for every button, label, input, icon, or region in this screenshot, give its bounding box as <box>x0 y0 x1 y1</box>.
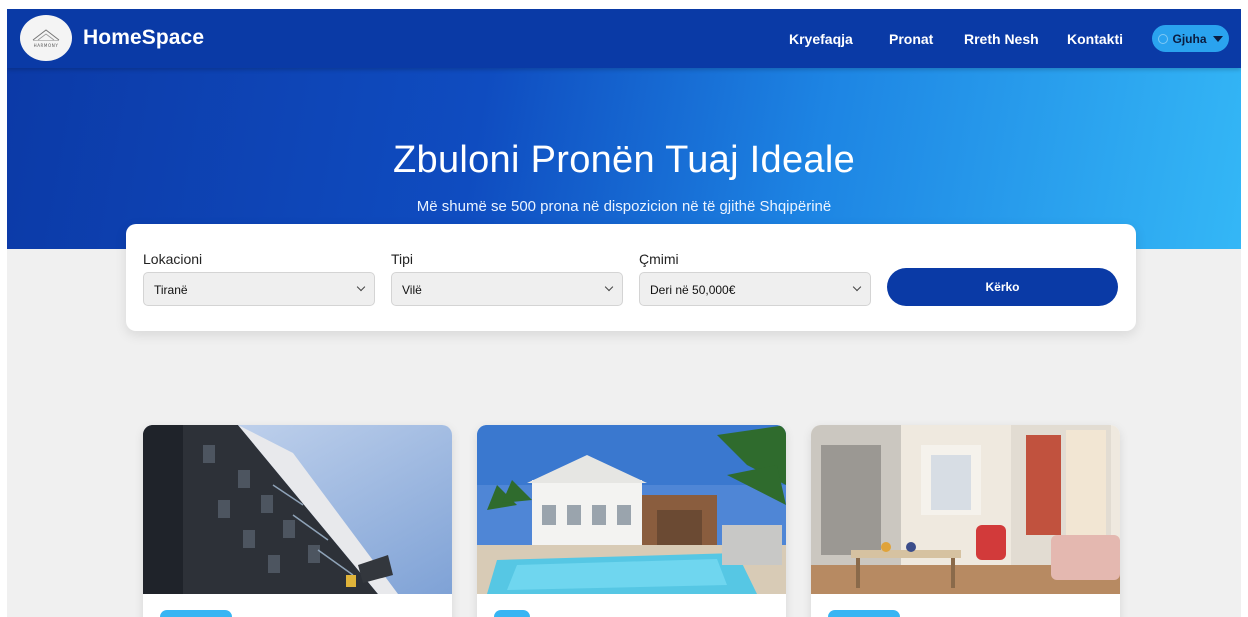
apartment-building-photo <box>143 425 452 594</box>
location-select[interactable]: Tiranë <box>143 272 375 306</box>
living-room-interior-photo <box>811 425 1120 594</box>
price-value: Deri në 50,000€ <box>650 283 736 297</box>
language-label: Gjuha <box>1172 31 1207 46</box>
price-select[interactable]: Deri në 50,000€ <box>639 272 871 306</box>
chevron-down-icon <box>852 282 862 292</box>
navbar: HARMONY HomeSpace Kryefaqja Pronat Rreth… <box>7 9 1241 68</box>
logo-text: HARMONY <box>33 43 59 48</box>
location-label: Lokacioni <box>143 251 203 267</box>
search-panel: Lokacioni Tiranë Tipi Vilë Çmimi Deri në… <box>126 224 1136 331</box>
caret-down-icon <box>1212 35 1223 42</box>
type-select[interactable]: Vilë <box>391 272 623 306</box>
logo[interactable]: HARMONY <box>20 15 72 61</box>
nav-link-properties[interactable]: Pronat <box>889 31 933 47</box>
property-type-badge <box>828 610 900 617</box>
globe-icon <box>1158 33 1169 44</box>
chevron-down-icon <box>604 282 614 292</box>
type-label: Tipi <box>391 251 414 267</box>
villa-pool-photo <box>477 425 786 594</box>
property-card[interactable] <box>143 425 452 617</box>
nav-link-about[interactable]: Rreth Nesh <box>964 31 1039 47</box>
language-dropdown[interactable]: Gjuha <box>1152 25 1229 52</box>
page: HARMONY HomeSpace Kryefaqja Pronat Rreth… <box>7 9 1241 617</box>
property-card[interactable] <box>477 425 786 617</box>
property-type-badge <box>494 610 530 617</box>
house-roof-icon <box>32 29 60 41</box>
type-value: Vilë <box>402 283 422 297</box>
search-button[interactable]: Kërko <box>887 268 1118 306</box>
brand-name[interactable]: HomeSpace <box>83 26 204 50</box>
price-label: Çmimi <box>639 251 679 267</box>
chevron-down-icon <box>356 282 366 292</box>
property-card[interactable] <box>811 425 1120 617</box>
hero-title: Zbuloni Pronën Tuaj Ideale <box>393 139 855 181</box>
location-value: Tiranë <box>154 283 188 297</box>
nav-link-home[interactable]: Kryefaqja <box>789 31 853 47</box>
property-type-badge <box>160 610 232 617</box>
hero-subtitle: Më shumë se 500 prona në dispozicion në … <box>416 198 832 215</box>
nav-link-contact[interactable]: Kontakti <box>1067 31 1123 47</box>
